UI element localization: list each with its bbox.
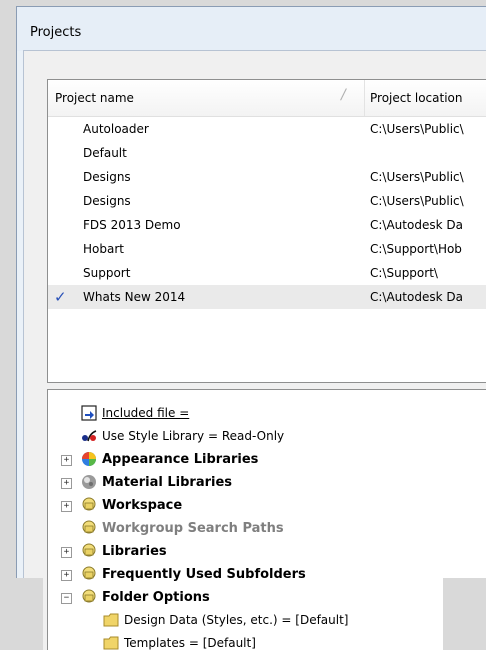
tree-item-label: Templates = [Default] <box>124 636 256 650</box>
project-row[interactable]: Support C:\Support\ <box>48 261 486 285</box>
background-panel-left <box>0 578 43 650</box>
tree-item-use-style-library[interactable]: Use Style Library = Read-Only <box>48 425 486 448</box>
project-location: C:\Autodesk Da <box>370 218 463 232</box>
tree-item-label: Frequently Used Subfolders <box>102 567 306 582</box>
appearance-sphere-icon <box>82 452 96 466</box>
window-title: Projects <box>30 25 82 40</box>
folder-group-icon <box>82 566 96 580</box>
expand-toggle[interactable]: + <box>61 547 72 558</box>
tree-item-label: Workgroup Search Paths <box>102 521 284 536</box>
project-row-active[interactable]: ✓ Whats New 2014 C:\Autodesk Da <box>48 285 486 309</box>
active-project-check-icon: ✓ <box>54 288 67 306</box>
project-name: Designs <box>83 170 131 184</box>
folder-group-icon <box>82 497 96 511</box>
column-divider[interactable] <box>364 80 365 116</box>
tree-item-templates[interactable]: Templates = [Default] <box>48 632 486 650</box>
style-library-icon <box>82 430 97 442</box>
folder-icon <box>103 613 119 627</box>
tree-item-workgroup-search-paths[interactable]: Workgroup Search Paths <box>48 517 486 540</box>
project-row[interactable]: FDS 2013 Demo C:\Autodesk Da <box>48 213 486 237</box>
list-header: Project name / Project location <box>48 80 486 117</box>
tree-item-label: Libraries <box>102 544 167 559</box>
project-name: Default <box>83 146 127 160</box>
tree-item-included-file[interactable]: Included file = <box>48 402 486 425</box>
expand-toggle[interactable]: + <box>61 478 72 489</box>
expand-toggle[interactable]: + <box>61 455 72 466</box>
project-location: C:\Users\Public\ <box>370 170 464 184</box>
tree-item-label: Included file = <box>102 406 190 420</box>
folder-group-icon <box>82 520 96 534</box>
tree-item-workspace[interactable]: + Workspace <box>48 494 486 517</box>
column-header-project-name[interactable]: Project name <box>55 80 345 116</box>
tree-item-appearance-libraries[interactable]: + Appearance Libraries <box>48 448 486 471</box>
column-resize-icon[interactable]: / <box>341 87 346 103</box>
project-name: Whats New 2014 <box>83 290 186 304</box>
tree-item-frequently-used-subfolders[interactable]: + Frequently Used Subfolders <box>48 563 486 586</box>
tree-item-design-data[interactable]: Design Data (Styles, etc.) = [Default] <box>48 609 486 632</box>
project-location: C:\Users\Public\ <box>370 122 464 136</box>
project-location: C:\Autodesk Da <box>370 290 463 304</box>
project-location: C:\Support\Hob <box>370 242 462 256</box>
project-name: Autoloader <box>83 122 149 136</box>
project-row[interactable]: Autoloader C:\Users\Public\ <box>48 117 486 141</box>
folder-group-icon <box>82 589 96 603</box>
project-name: Support <box>83 266 131 280</box>
folder-group-icon <box>82 543 96 557</box>
project-name: Designs <box>83 194 131 208</box>
projects-window: Projects Project name / Project location… <box>16 6 486 650</box>
project-row[interactable]: Designs C:\Users\Public\ <box>48 189 486 213</box>
project-name: FDS 2013 Demo <box>83 218 181 232</box>
project-row[interactable]: Default <box>48 141 486 165</box>
background-panel-right <box>443 578 486 650</box>
project-name: Hobart <box>83 242 124 256</box>
tree-item-folder-options[interactable]: − Folder Options <box>48 586 486 609</box>
tree-item-label: Design Data (Styles, etc.) = [Default] <box>124 613 349 627</box>
project-row[interactable]: Hobart C:\Support\Hob <box>48 237 486 261</box>
tree-item-libraries[interactable]: + Libraries <box>48 540 486 563</box>
included-file-icon <box>81 405 97 421</box>
tree-item-label: Workspace <box>102 498 183 513</box>
tree-item-label: Material Libraries <box>102 475 233 490</box>
tree-item-material-libraries[interactable]: + Material Libraries <box>48 471 486 494</box>
project-location: C:\Users\Public\ <box>370 194 464 208</box>
title-bar[interactable]: Projects <box>17 7 486 51</box>
folder-icon <box>103 636 119 650</box>
collapse-toggle[interactable]: − <box>61 593 72 604</box>
tree-item-label: Folder Options <box>102 590 210 605</box>
project-row[interactable]: Designs C:\Users\Public\ <box>48 165 486 189</box>
dialog-client-area: Project name / Project location Autoload… <box>23 50 486 650</box>
tree-item-label: Use Style Library = Read-Only <box>102 429 285 443</box>
expand-toggle[interactable]: + <box>61 501 72 512</box>
tree-item-label: Appearance Libraries <box>102 452 259 467</box>
projects-list[interactable]: Project name / Project location Autoload… <box>47 79 486 383</box>
material-sphere-icon <box>82 475 96 489</box>
column-header-project-location[interactable]: Project location <box>370 80 462 116</box>
expand-toggle[interactable]: + <box>61 570 72 581</box>
project-location: C:\Support\ <box>370 266 438 280</box>
project-settings-tree[interactable]: Included file = Use Style Library = Read… <box>47 389 486 650</box>
